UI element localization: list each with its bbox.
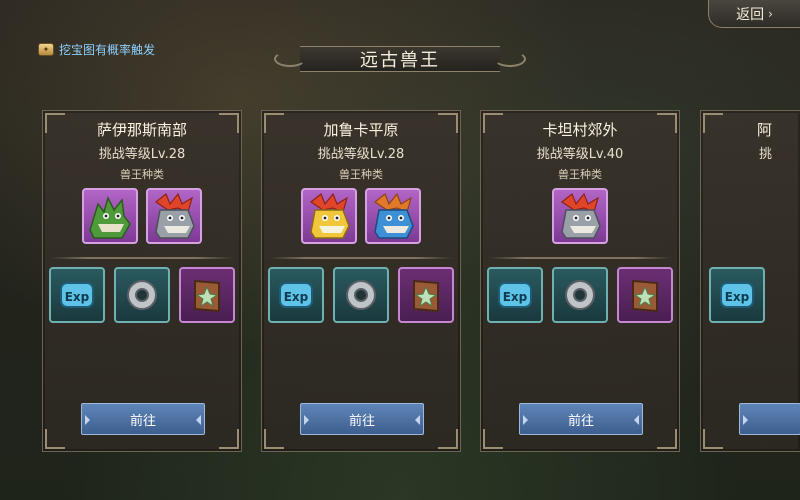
banner-ornament-left	[274, 51, 306, 67]
card-divider	[489, 257, 671, 259]
region-name: 卡坦村郊外	[542, 121, 618, 139]
silver-ring-icon[interactable]	[333, 267, 389, 323]
exp-icon[interactable]: Exp	[268, 267, 324, 323]
hint-text: 挖宝图有概率触发	[59, 42, 156, 57]
grey-dragon-icon[interactable]	[552, 188, 608, 244]
silver-ring-icon[interactable]	[114, 267, 170, 323]
exp-icon[interactable]: Exp	[49, 267, 105, 323]
yellow-dragon-icon[interactable]	[301, 188, 357, 244]
beast-king-card: 卡坦村郊外 挑战等级Lv.40 兽王种类 Exp 前往	[480, 110, 680, 452]
go-button[interactable]: 前往	[81, 403, 205, 435]
region-name: 加鲁卡平原	[323, 121, 399, 139]
beast-king-card: 加鲁卡平原 挑战等级Lv.28 兽王种类 Exp 前往	[261, 110, 461, 452]
back-button[interactable]: 返回 ›	[708, 0, 800, 28]
svg-text:Exp: Exp	[503, 290, 528, 304]
treasure-map-hint: ✦ 挖宝图有概率触发	[38, 40, 155, 58]
svg-text:Exp: Exp	[284, 290, 309, 304]
svg-text:Exp: Exp	[725, 290, 750, 304]
title-banner: 远古兽王	[274, 42, 526, 76]
reward-list: Exp	[481, 267, 679, 323]
beast-list	[43, 188, 241, 244]
skill-book-icon[interactable]	[617, 267, 673, 323]
go-button[interactable]	[739, 403, 800, 435]
blue-dragon-icon[interactable]	[365, 188, 421, 244]
reward-list: Exp	[43, 267, 241, 323]
exp-icon[interactable]: Exp	[709, 267, 765, 323]
go-button-label: 前往	[348, 413, 375, 429]
beast-list	[262, 188, 460, 244]
skill-book-icon[interactable]	[398, 267, 454, 323]
challenge-level: 挑战等级Lv.28	[317, 147, 405, 162]
svg-text:Exp: Exp	[65, 290, 90, 304]
beast-king-card: 萨伊那斯南部 挑战等级Lv.28 兽王种类 Exp 前往	[42, 110, 242, 452]
beast-type-label: 兽王种类	[339, 168, 383, 181]
beast-type-label: 兽王种类	[120, 168, 164, 181]
reward-list: Exp	[262, 267, 460, 323]
grey-dragon-icon[interactable]	[146, 188, 202, 244]
skill-book-icon[interactable]	[179, 267, 235, 323]
go-button-label: 前往	[567, 413, 594, 429]
green-dragon-icon[interactable]	[82, 188, 138, 244]
challenge-level: 挑战等级Lv.40	[536, 147, 624, 162]
card-divider	[270, 257, 452, 259]
card-divider	[51, 257, 233, 259]
back-button-label: 返回	[736, 6, 765, 23]
banner-ornament-right	[494, 51, 526, 67]
silver-ring-icon[interactable]	[552, 267, 608, 323]
chevron-right-icon: ›	[768, 6, 773, 21]
reward-list: Exp	[701, 267, 800, 323]
region-name: 萨伊那斯南部	[96, 121, 187, 139]
exp-icon[interactable]: Exp	[487, 267, 543, 323]
beast-king-card-partial: 阿 挑 Exp	[700, 110, 800, 452]
region-name: 阿	[757, 121, 773, 139]
go-button[interactable]: 前往	[519, 403, 643, 435]
treasure-map-icon: ✦	[38, 42, 54, 56]
go-button[interactable]: 前往	[300, 403, 424, 435]
beast-type-label: 兽王种类	[558, 168, 602, 181]
page-title: 远古兽王	[360, 50, 440, 71]
challenge-level: 挑	[759, 147, 773, 162]
beast-list	[481, 188, 679, 244]
challenge-level: 挑战等级Lv.28	[98, 147, 186, 162]
go-button-label: 前往	[129, 413, 156, 429]
